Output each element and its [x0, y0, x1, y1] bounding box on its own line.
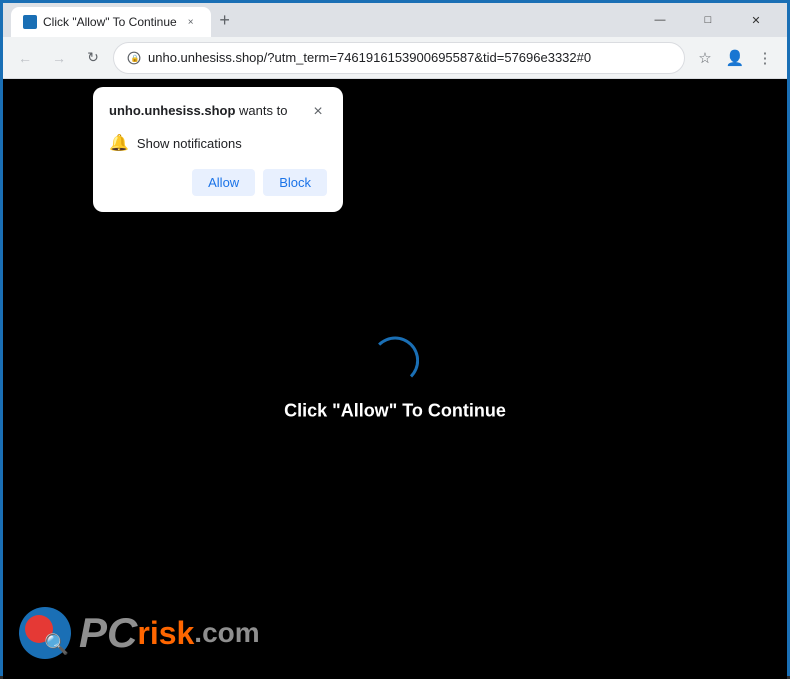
maximize-button[interactable]: □: [685, 3, 731, 37]
watermark: PC risk .com: [19, 607, 260, 659]
tab-title: Click "Allow" To Continue: [43, 15, 177, 29]
url-text: unho.unhesiss.shop/?utm_term=74619161539…: [148, 50, 672, 65]
watermark-logo: [19, 607, 71, 659]
popup-notification-row: 🔔 Show notifications: [109, 133, 327, 153]
menu-button[interactable]: ⋮: [751, 44, 779, 72]
tab-bar: Click "Allow" To Continue × +: [11, 3, 633, 37]
click-allow-text: Click "Allow" To Continue: [284, 401, 506, 422]
notification-popup: unho.unhesiss.shop wants to × 🔔 Show not…: [93, 87, 343, 212]
tab-favicon: [23, 15, 37, 29]
tab-close-button[interactable]: ×: [183, 14, 199, 30]
back-button[interactable]: ←: [11, 44, 39, 72]
page-content: Click "Allow" To Continue: [284, 337, 506, 422]
webpage: unho.unhesiss.shop wants to × 🔔 Show not…: [3, 79, 787, 679]
watermark-pc: PC: [79, 612, 137, 654]
security-icon: 🔒: [126, 50, 142, 66]
watermark-text: PC risk .com: [79, 612, 260, 654]
new-tab-button[interactable]: +: [211, 6, 239, 34]
block-button[interactable]: Block: [263, 169, 327, 196]
profile-button[interactable]: 👤: [721, 44, 749, 72]
popup-title: unho.unhesiss.shop wants to: [109, 103, 287, 118]
popup-close-button[interactable]: ×: [309, 103, 327, 121]
window-controls: — □ ✕: [637, 3, 779, 37]
url-bar[interactable]: 🔒 unho.unhesiss.shop/?utm_term=746191615…: [113, 42, 685, 74]
popup-actions: Allow Block: [109, 169, 327, 196]
titlebar: Click "Allow" To Continue × + — □ ✕: [3, 3, 787, 37]
close-button[interactable]: ✕: [733, 3, 779, 37]
watermark-dotcom: .com: [194, 617, 259, 649]
bell-icon: 🔔: [109, 133, 129, 153]
minimize-button[interactable]: —: [637, 3, 683, 37]
popup-domain: unho.unhesiss.shop: [109, 103, 235, 118]
refresh-button[interactable]: ↻: [79, 44, 107, 72]
watermark-risk: risk: [137, 617, 194, 649]
popup-header: unho.unhesiss.shop wants to ×: [109, 103, 327, 121]
bookmark-button[interactable]: ☆: [691, 44, 719, 72]
allow-button[interactable]: Allow: [192, 169, 255, 196]
addressbar: ← → ↻ 🔒 unho.unhesiss.shop/?utm_term=746…: [3, 37, 787, 79]
popup-wants-to: wants to: [239, 103, 287, 118]
active-tab[interactable]: Click "Allow" To Continue ×: [11, 7, 211, 37]
svg-text:🔒: 🔒: [131, 54, 140, 62]
loading-spinner: [371, 337, 419, 385]
popup-notification-text: Show notifications: [137, 136, 242, 151]
toolbar-icons: ☆ 👤 ⋮: [691, 44, 779, 72]
forward-button[interactable]: →: [45, 44, 73, 72]
